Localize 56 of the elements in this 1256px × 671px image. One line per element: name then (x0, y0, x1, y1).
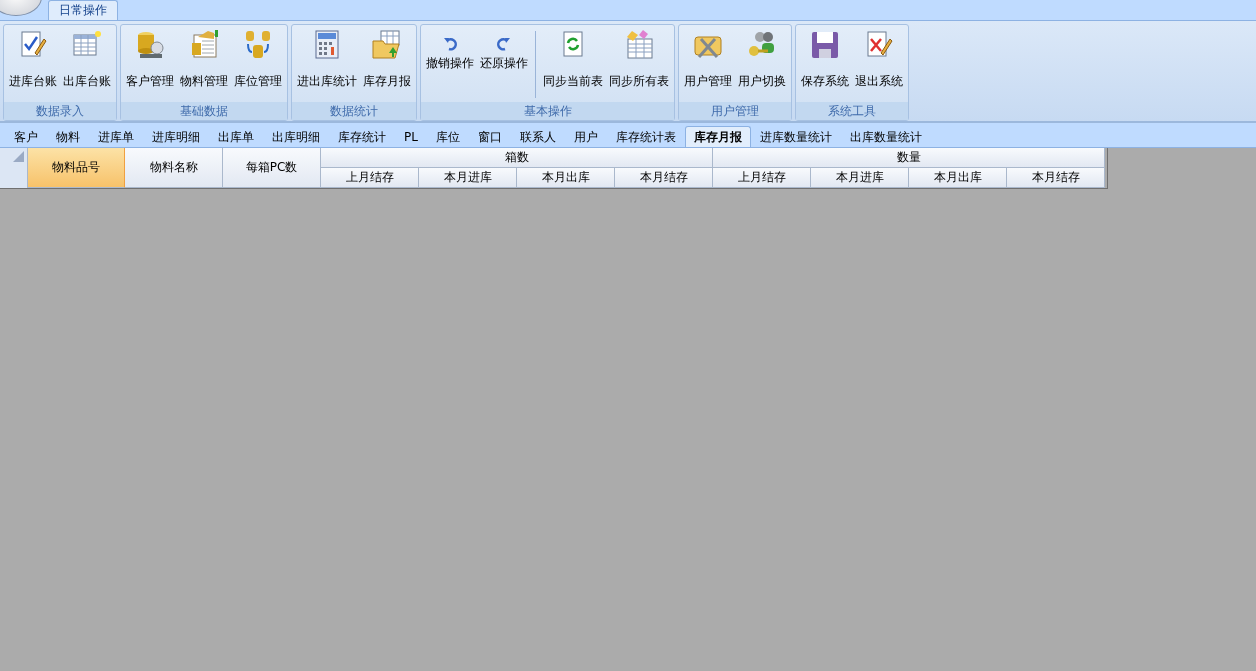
ribbon-button[interactable]: 退出系统 (852, 27, 906, 102)
group-title: 系统工具 (796, 102, 908, 120)
column-header[interactable]: 本月结存 (615, 168, 713, 188)
triangle-icon (13, 151, 24, 162)
ribbon-button[interactable]: 客户管理 (123, 27, 177, 102)
column-header[interactable]: 上月结存 (321, 168, 419, 188)
document-tab[interactable]: 出库明细 (263, 126, 329, 147)
ribbon-button[interactable]: 库存月报 (360, 27, 414, 102)
document-tab[interactable]: 物料 (47, 126, 89, 147)
document-tab[interactable]: 库位 (426, 126, 469, 147)
ribbon-button[interactable]: 库位管理 (231, 27, 285, 102)
ribbon-button[interactable]: 同步当前表 (540, 27, 606, 102)
group-title: 用户管理 (679, 102, 791, 120)
document-tab[interactable]: 客户 (5, 126, 47, 147)
document-tab[interactable]: 进库数量统计 (750, 126, 841, 147)
group-title: 基本操作 (421, 102, 674, 120)
column-header[interactable]: 本月出库 (517, 168, 615, 188)
ribbon-button[interactable]: 保存系统 (798, 27, 852, 102)
group-title: 基础数据 (121, 102, 287, 120)
document-tab[interactable]: 库存统计 (329, 126, 395, 147)
group-title: 数据统计 (292, 102, 416, 120)
ribbon-button[interactable]: 进库台账 (6, 27, 60, 102)
document-tab[interactable]: 窗口 (468, 126, 511, 147)
undo-icon (442, 35, 458, 51)
ribbon-button[interactable]: 物料管理 (177, 27, 231, 102)
document-tab[interactable]: 联系人 (510, 126, 565, 147)
column-header[interactable]: 物料品号 (28, 148, 125, 188)
ribbon-tab[interactable]: 日常操作 (48, 0, 118, 20)
ribbon-button[interactable]: 用户管理 (681, 27, 735, 102)
redo-icon (496, 35, 512, 51)
column-header[interactable]: 箱数 (321, 148, 713, 168)
select-all-corner[interactable] (0, 148, 28, 188)
column-header[interactable]: 本月出库 (909, 168, 1007, 188)
column-header[interactable]: 上月结存 (713, 168, 811, 188)
ribbon-button[interactable]: 同步所有表 (606, 27, 672, 102)
column-header[interactable]: 本月进库 (811, 168, 909, 188)
document-tab[interactable]: 出库数量统计 (840, 126, 931, 147)
group-title: 数据录入 (4, 102, 116, 120)
document-tab[interactable]: PL (395, 126, 427, 147)
document-tab[interactable]: 进库明细 (143, 126, 209, 147)
ribbon-button[interactable]: 出库台账 (60, 27, 114, 102)
document-tab[interactable]: 进库单 (89, 126, 143, 147)
column-header[interactable]: 每箱PC数 (223, 148, 321, 188)
column-header[interactable]: 物料名称 (125, 148, 223, 188)
ribbon-button[interactable]: 用户切换 (735, 27, 789, 102)
ribbon-button[interactable]: 进出库统计 (294, 27, 360, 102)
column-header[interactable]: 本月进库 (419, 168, 517, 188)
document-tab[interactable]: 库存统计表 (606, 126, 685, 147)
document-tab[interactable]: 库存月报 (684, 126, 751, 147)
column-header[interactable]: 本月结存 (1007, 168, 1105, 188)
ribbon-button[interactable]: 还原操作 (477, 27, 531, 102)
ribbon-button[interactable]: 撤销操作 (423, 27, 477, 102)
column-header[interactable]: 数量 (713, 148, 1105, 168)
document-tab[interactable]: 出库单 (209, 126, 263, 147)
document-tab[interactable]: 用户 (564, 126, 607, 147)
folder-table-icon (371, 29, 403, 61)
